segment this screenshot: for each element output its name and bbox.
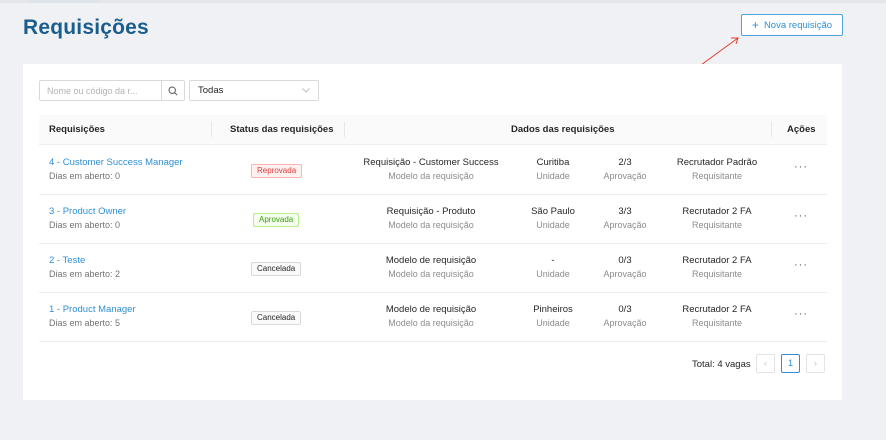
table-row: 1 - Product Manager Dias em aberto: 5 Ca… [39, 293, 827, 342]
days-open: Dias em aberto: 2 [49, 269, 121, 279]
header-requisitions: Requisições [49, 124, 105, 135]
days-open: Dias em aberto: 0 [49, 171, 121, 181]
model-value: Modelo de requisição [385, 255, 477, 266]
approval-value: 0/3 [618, 255, 632, 266]
requester-value: Recrutador 2 FA [682, 304, 752, 315]
more-dots-icon[interactable]: ··· [794, 161, 808, 173]
header-divider [344, 122, 345, 137]
unit-label: Unidade [536, 220, 570, 230]
page-title: Requisições [23, 16, 149, 39]
unit-label: Unidade [536, 318, 570, 328]
model-label: Modelo da requisição [388, 269, 474, 279]
table-row: 2 - Teste Dias em aberto: 2 Cancelada Mo… [39, 244, 827, 293]
more-dots-icon[interactable]: ··· [794, 259, 808, 271]
unit-value: Pinheiros [533, 304, 573, 315]
requester-label: Requisitante [691, 220, 743, 230]
header-data: Dados das requisições [511, 124, 615, 135]
top-bar [0, 0, 886, 3]
search-icon [168, 85, 178, 96]
requisition-title-link[interactable]: 1 - Product Manager [49, 304, 136, 315]
approval-label: Aprovação [603, 220, 647, 230]
approval-label: Aprovação [603, 269, 647, 279]
search-input[interactable] [40, 81, 161, 100]
days-open: Dias em aberto: 5 [49, 318, 121, 328]
unit-value: São Paulo [531, 206, 575, 217]
new-requisition-label: Nova requisição [763, 19, 833, 31]
status-select[interactable]: Todas [189, 80, 319, 101]
plus-icon: + [751, 18, 759, 32]
status-select-value: Todas [198, 85, 224, 96]
model-label: Modelo da requisição [388, 171, 474, 181]
unit-label: Unidade [536, 269, 570, 279]
table-row: 4 - Customer Success Manager Dias em abe… [39, 146, 827, 195]
requisition-title-link[interactable]: 4 - Customer Success Manager [49, 157, 183, 168]
unit-value: - [551, 255, 555, 266]
pagination-total: Total: 4 vagas [692, 359, 751, 370]
header-divider [771, 122, 772, 137]
approval-value: 2/3 [618, 157, 632, 168]
requester-value: Recrutador 2 FA [682, 206, 752, 217]
status-badge: Aprovada [253, 213, 300, 227]
pagination-prev-button[interactable]: ‹ [756, 354, 775, 373]
status-badge: Reprovada [251, 164, 303, 178]
requester-label: Requisitante [691, 318, 743, 328]
requester-value: Recrutador 2 FA [682, 255, 752, 266]
search-button[interactable] [161, 81, 184, 100]
table-header: Requisições Status das requisições Dados… [39, 115, 827, 145]
more-dots-icon[interactable]: ··· [794, 308, 808, 320]
search-box [39, 80, 185, 101]
status-badge: Cancelada [251, 311, 302, 325]
pagination-page-1[interactable]: 1 [781, 354, 800, 373]
requisitions-card: Todas Requisições Status das requisições… [23, 64, 842, 400]
model-value: Modelo de requisição [385, 304, 477, 315]
requisition-title-link[interactable]: 2 - Teste [49, 255, 85, 266]
chevron-right-icon: › [813, 358, 818, 369]
approval-value: 3/3 [618, 206, 632, 217]
model-label: Modelo da requisição [388, 220, 474, 230]
approval-value: 0/3 [618, 304, 632, 315]
chevron-left-icon: ‹ [763, 358, 768, 369]
header-actions: Ações [787, 124, 816, 135]
requester-label: Requisitante [691, 269, 743, 279]
model-label: Modelo da requisição [388, 318, 474, 328]
requisition-title-link[interactable]: 3 - Product Owner [49, 206, 126, 217]
more-dots-icon[interactable]: ··· [794, 210, 808, 222]
approval-label: Aprovação [603, 318, 647, 328]
pagination-next-button[interactable]: › [806, 354, 825, 373]
unit-label: Unidade [536, 171, 570, 181]
unit-value: Curitiba [536, 157, 570, 168]
status-badge: Cancelada [251, 262, 302, 276]
approval-label: Aprovação [603, 171, 647, 181]
chevron-down-icon [302, 88, 310, 93]
requester-label: Requisitante [691, 171, 743, 181]
new-requisition-button[interactable]: + Nova requisição [741, 14, 843, 36]
requester-value: Recrutador Padrão [676, 157, 758, 168]
header-status: Status das requisições [230, 124, 334, 135]
top-bar-accent [28, 0, 98, 3]
model-value: Requisição - Customer Success [363, 157, 499, 168]
model-value: Requisição - Produto [386, 206, 476, 217]
days-open: Dias em aberto: 0 [49, 220, 121, 230]
table-row: 3 - Product Owner Dias em aberto: 0 Apro… [39, 195, 827, 244]
header-divider [211, 122, 212, 137]
